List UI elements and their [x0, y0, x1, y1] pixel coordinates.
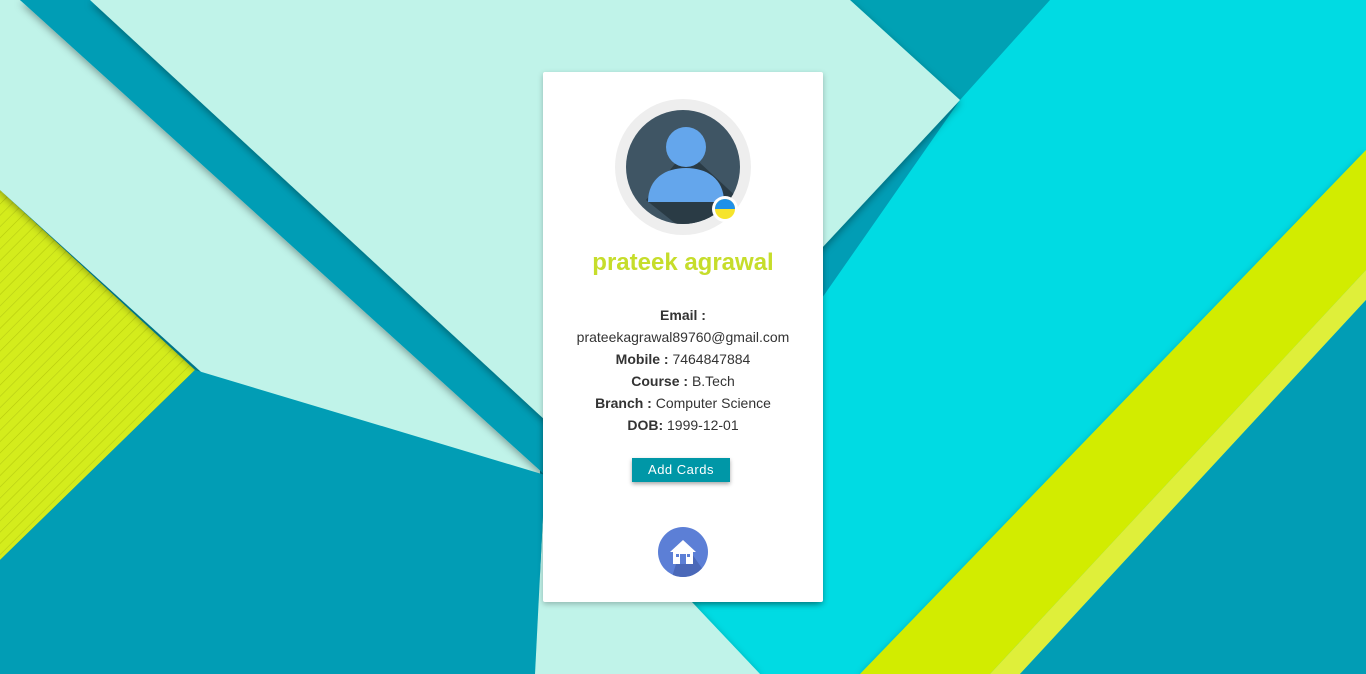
branch-row: Branch : Computer Science: [543, 392, 823, 414]
dob-row: DOB: 1999-12-01: [543, 414, 823, 436]
status-dot-icon: [712, 196, 738, 222]
course-row: Course : B.Tech: [543, 370, 823, 392]
course-value: B.Tech: [691, 373, 735, 389]
avatar-ring: [615, 99, 751, 235]
home-icon: [670, 540, 708, 577]
email-label: Email :: [660, 307, 706, 323]
email-value: prateekagrawal89760@gmail.com: [576, 329, 790, 345]
dob-label: DOB:: [627, 417, 664, 433]
course-label: Course :: [631, 373, 689, 389]
mobile-label: Mobile :: [615, 351, 669, 367]
mobile-value: 7464847884: [672, 351, 751, 367]
mobile-row: Mobile : 7464847884: [543, 348, 823, 370]
profile-card: prateek agrawal Email : prateekagrawal89…: [543, 72, 823, 602]
branch-value: Computer Science: [655, 395, 771, 411]
profile-name: prateek agrawal: [592, 249, 774, 276]
dob-value: 1999-12-01: [667, 417, 739, 433]
add-cards-button[interactable]: Add Cards: [632, 458, 730, 482]
email-row: Email :: [543, 304, 823, 326]
home-button[interactable]: [658, 527, 708, 577]
branch-label: Branch :: [595, 395, 652, 411]
profile-details: Email : prateekagrawal89760@gmail.com Mo…: [543, 304, 823, 436]
